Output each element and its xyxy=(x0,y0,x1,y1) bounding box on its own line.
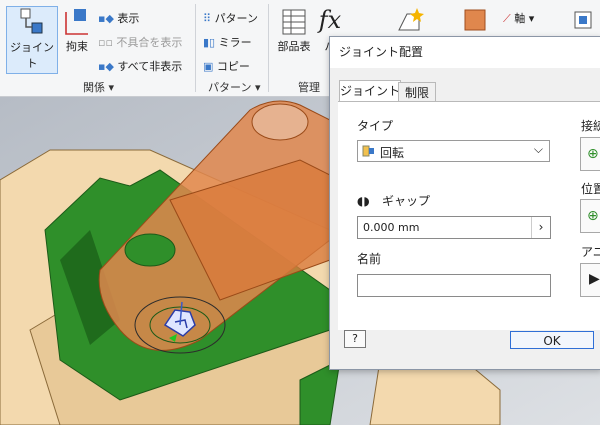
constrain-label: 拘束 xyxy=(66,40,88,53)
ok-button[interactable]: OK xyxy=(510,331,594,349)
ucs-icon xyxy=(574,11,592,29)
relations-group-label[interactable]: 関係 ▾ xyxy=(83,79,114,95)
position-label: 位置 xyxy=(581,182,600,196)
chevron-right-icon[interactable]: › xyxy=(531,217,550,238)
sketch-icon xyxy=(398,8,424,31)
gap-icon: ◖◗ xyxy=(357,194,370,208)
place-joint-dialog: ジョイント配置 ジョイント 制限 タイプ 回転 ⌵ ◖◗ ギャップ 0.000 … xyxy=(329,36,600,370)
bom-label: 部品表 xyxy=(277,40,311,53)
chevron-down-icon: ⌵ xyxy=(533,142,543,156)
joint-glyph-icon[interactable] xyxy=(155,300,205,350)
joint-type-select[interactable]: 回転 ⌵ xyxy=(357,140,550,162)
animate-label: アニ xyxy=(581,245,600,259)
animate-play-button[interactable]: ▶ xyxy=(580,263,600,297)
show-icon: ▪◆ xyxy=(98,12,118,25)
show-sick-icon: ▫▫ xyxy=(98,36,117,49)
name-input[interactable] xyxy=(357,274,551,297)
gap-input[interactable]: 0.000 mm › xyxy=(357,216,551,239)
connect-icon: ⊕ xyxy=(587,146,599,162)
connect-label: 接続 xyxy=(581,119,600,133)
pattern-icon: ⠿ xyxy=(203,12,215,25)
bom-button[interactable]: 部品表 xyxy=(274,6,314,72)
joint-button[interactable]: ジョイント xyxy=(6,6,58,74)
fx-icon: fx xyxy=(318,6,342,34)
axis-button[interactable]: ⟋ 軸 ▾ xyxy=(503,10,534,26)
show-button[interactable]: ▪◆ 表示 xyxy=(98,10,139,26)
rotational-joint-icon xyxy=(362,145,374,157)
joint-icon xyxy=(20,8,43,34)
constrain-button[interactable]: 拘束 xyxy=(60,6,94,72)
type-label: タイプ xyxy=(357,119,394,133)
show-sick-button[interactable]: ▫▫ 不具合を表示 xyxy=(98,34,182,50)
mirror-icon: ▮▯ xyxy=(203,36,219,49)
help-button[interactable]: ? xyxy=(344,330,366,348)
axis-icon: ⟋ xyxy=(503,12,515,25)
plane-button[interactable] xyxy=(458,6,494,36)
copy-icon: ▣ xyxy=(203,60,217,73)
joint-label: ジョイント xyxy=(10,41,54,70)
separator xyxy=(195,4,196,92)
gap-value: 0.000 mm xyxy=(363,221,420,234)
mirror-button[interactable]: ▮▯ ミラー xyxy=(203,34,252,50)
tab-limits[interactable]: 制限 xyxy=(398,82,436,103)
joint-type-value: 回転 xyxy=(380,146,405,160)
hide-all-icon: ▪◆ xyxy=(98,60,118,73)
position-select-button[interactable]: ⊕ xyxy=(580,199,600,233)
pattern-button[interactable]: ⠿ パターン xyxy=(203,10,258,26)
hide-all-button[interactable]: ▪◆ すべて非表示 xyxy=(98,58,182,74)
dialog-title[interactable]: ジョイント配置 xyxy=(330,37,600,68)
gap-label: ギャップ xyxy=(382,194,431,208)
manage-group-label[interactable]: 管理 xyxy=(298,79,320,95)
tab-joint[interactable]: ジョイント xyxy=(339,80,401,103)
constrain-icon xyxy=(65,9,88,35)
separator xyxy=(268,4,269,92)
plane-icon xyxy=(464,9,486,31)
sketch-button[interactable] xyxy=(390,6,430,36)
bom-icon xyxy=(282,9,306,35)
ucs-button[interactable] xyxy=(568,6,598,36)
position-icon: ⊕ xyxy=(587,208,599,224)
copy-button[interactable]: ▣ コピー xyxy=(203,58,250,74)
pattern-group-label[interactable]: パターン ▾ xyxy=(208,79,260,95)
name-label: 名前 xyxy=(357,252,382,266)
play-icon: ▶ xyxy=(589,271,600,287)
connect-select-button[interactable]: ⊕ xyxy=(580,137,600,171)
